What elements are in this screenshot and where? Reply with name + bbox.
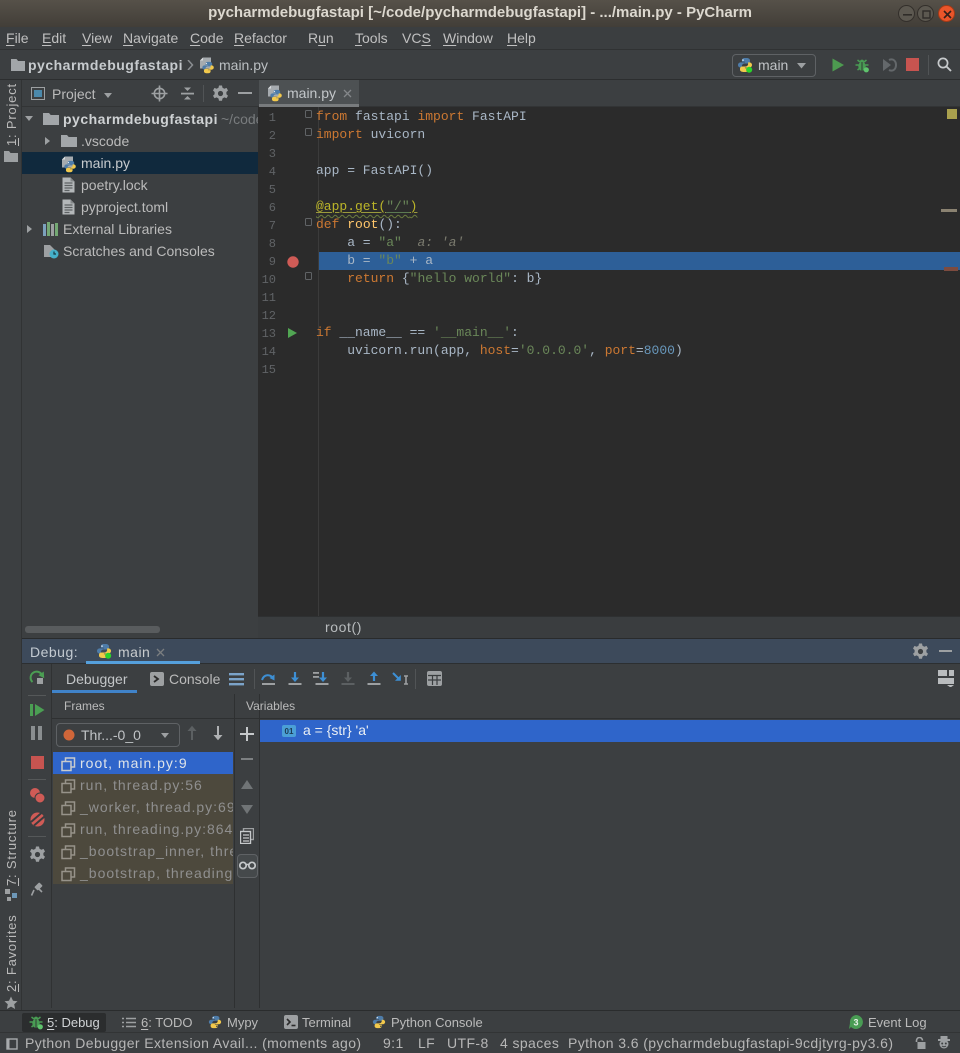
svg-text:3: 3 xyxy=(853,1018,858,1028)
svg-text:01: 01 xyxy=(285,727,294,736)
